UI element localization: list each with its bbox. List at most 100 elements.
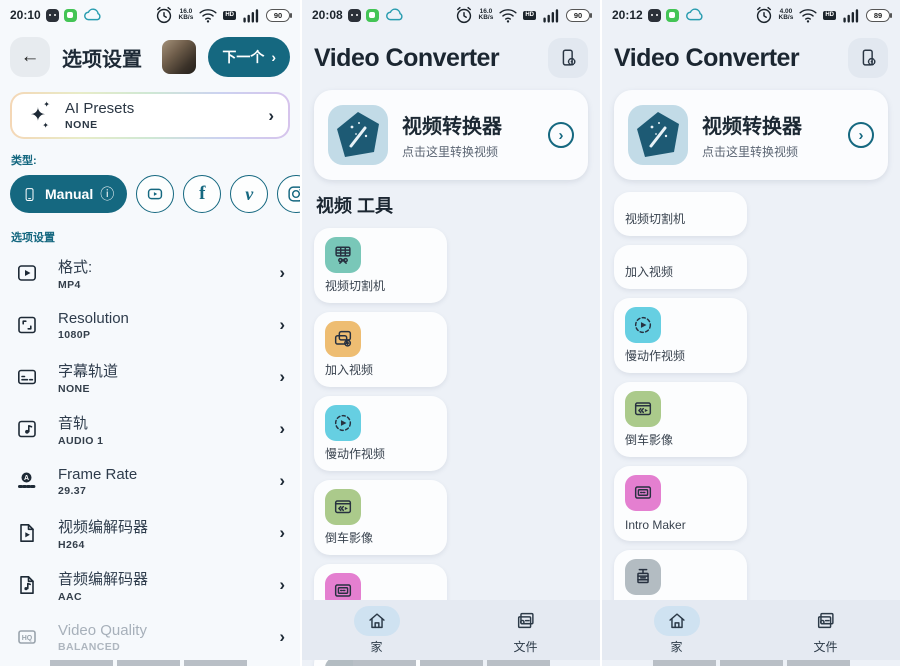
options-section-label: 选项设置 bbox=[11, 229, 289, 245]
setting-row-video-codec[interactable]: 视频编解码器H264 › bbox=[0, 507, 300, 559]
video-codec-icon bbox=[14, 521, 40, 545]
youtube-icon bbox=[144, 183, 166, 205]
audio-track-icon bbox=[14, 417, 40, 441]
page-title: 选项设置 bbox=[62, 43, 142, 72]
alarm-icon bbox=[153, 4, 175, 26]
reverse-video-icon bbox=[625, 391, 661, 427]
setting-row-frame-rate[interactable]: Frame Rate29.37 › bbox=[0, 455, 300, 507]
tool-tile-reverse-video[interactable]: 倒车影像 bbox=[614, 382, 747, 457]
chevron-right-icon: › bbox=[279, 263, 285, 283]
phone-gear-icon bbox=[857, 47, 879, 69]
setting-row-subtitle-track[interactable]: 字幕轨道NONE › bbox=[0, 351, 300, 403]
video-tools-grid: 视频切割机 加入视频 慢动作视频 倒车影像 Intro Maker 压缩视频 bbox=[602, 192, 900, 625]
tool-tile-video-cutter[interactable]: 视频切割机 bbox=[314, 228, 447, 303]
chevron-right-icon: › bbox=[279, 627, 285, 647]
vimeo-preset-button[interactable]: v bbox=[230, 175, 268, 213]
home-icon bbox=[366, 610, 388, 632]
setting-row-audio-codec[interactable]: 音频编解码器AAC › bbox=[0, 559, 300, 611]
status-bar: 20:08 16.0KB/s HD 90 bbox=[302, 0, 600, 30]
hero-title: 视频转换器 bbox=[702, 110, 802, 139]
network-speed: 16.0KB/s bbox=[479, 9, 494, 22]
manual-type-button[interactable]: Manual ⓘ bbox=[10, 175, 127, 213]
type-selector-row: Manual ⓘ f v bbox=[0, 175, 300, 213]
video-converter-card[interactable]: 视频转换器 点击这里转换视频 › bbox=[314, 90, 588, 180]
info-icon[interactable]: ⓘ bbox=[100, 184, 114, 204]
cloud-icon bbox=[384, 4, 406, 26]
nav-item-files[interactable]: 文件 bbox=[451, 606, 600, 655]
next-button[interactable]: 下一个› bbox=[208, 37, 290, 77]
alarm-icon bbox=[753, 4, 775, 26]
nav-item-home[interactable]: 家 bbox=[302, 606, 451, 655]
slow-motion-icon bbox=[625, 307, 661, 343]
status-bar: 20:12 4.00KB/s HD 89 bbox=[602, 0, 900, 30]
chevron-right-icon: › bbox=[279, 419, 285, 439]
setting-row-format[interactable]: 格式:MP4 › bbox=[0, 247, 300, 299]
phone-gear-icon bbox=[557, 47, 579, 69]
tool-tile-video-cutter[interactable]: 视频切割机 bbox=[614, 192, 747, 236]
gesture-bar[interactable] bbox=[302, 660, 600, 666]
files-icon bbox=[815, 610, 837, 632]
hero-title: 视频转换器 bbox=[402, 110, 502, 139]
chevron-right-icon: › bbox=[268, 106, 274, 126]
options-header: ← 选项设置 下一个› bbox=[0, 30, 300, 83]
gesture-bar[interactable] bbox=[0, 660, 300, 666]
join-video-icon bbox=[325, 321, 361, 357]
video-thumbnail bbox=[162, 40, 196, 74]
tool-tile-slow-motion[interactable]: 慢动作视频 bbox=[614, 298, 747, 373]
youtube-preset-button[interactable] bbox=[136, 175, 174, 213]
instagram-preset-button[interactable] bbox=[277, 175, 300, 213]
bottom-navigation: 家 文件 bbox=[302, 600, 600, 660]
instagram-icon bbox=[285, 183, 300, 205]
setting-row-video-quality[interactable]: Video QualityBALANCED › bbox=[0, 611, 300, 663]
message-notification-icon bbox=[666, 9, 679, 22]
network-speed: 16.0KB/s bbox=[179, 9, 194, 22]
chevron-circle-icon: › bbox=[848, 122, 874, 148]
app-title: Video Converter bbox=[614, 44, 799, 73]
nav-item-files[interactable]: 文件 bbox=[751, 606, 900, 655]
slow-motion-icon bbox=[325, 405, 361, 441]
app-logo-icon bbox=[628, 105, 688, 165]
bottom-navigation: 家 文件 bbox=[602, 600, 900, 660]
setting-row-resolution[interactable]: Resolution1080P › bbox=[0, 299, 300, 351]
network-speed: 4.00KB/s bbox=[779, 9, 794, 22]
facebook-preset-button[interactable]: f bbox=[183, 175, 221, 213]
ai-presets-value: NONE bbox=[65, 119, 134, 131]
tool-tile-slow-motion[interactable]: 慢动作视频 bbox=[314, 396, 447, 471]
battery-indicator: 90 bbox=[566, 9, 590, 22]
gesture-bar[interactable] bbox=[602, 660, 900, 666]
device-settings-button[interactable] bbox=[848, 38, 888, 78]
signal-icon bbox=[540, 4, 562, 26]
device-settings-button[interactable] bbox=[548, 38, 588, 78]
video-converter-card[interactable]: 视频转换器 点击这里转换视频 › bbox=[614, 90, 888, 180]
intro-maker-icon bbox=[625, 475, 661, 511]
app-notification-icon bbox=[648, 9, 661, 22]
tool-tile-join-video[interactable]: 加入视频 bbox=[614, 245, 747, 289]
app-logo-icon bbox=[328, 105, 388, 165]
type-label: 类型: bbox=[11, 152, 289, 168]
tool-tile-join-video[interactable]: 加入视频 bbox=[314, 312, 447, 387]
home-header: Video Converter bbox=[602, 30, 900, 82]
setting-row-audio-track[interactable]: 音轨AUDIO 1 › bbox=[0, 403, 300, 455]
wifi-icon bbox=[197, 4, 219, 26]
status-time: 20:12 bbox=[612, 8, 643, 22]
frame-rate-icon bbox=[14, 469, 40, 493]
film-cutter-icon bbox=[325, 237, 361, 273]
tool-tile-intro-maker[interactable]: Intro Maker bbox=[614, 466, 747, 541]
video-tools-section-title: 视频 工具 bbox=[316, 192, 586, 218]
back-button[interactable]: ← bbox=[10, 37, 50, 77]
phone-icon bbox=[23, 187, 38, 202]
nav-item-home[interactable]: 家 bbox=[602, 606, 751, 655]
alarm-icon bbox=[453, 4, 475, 26]
cloud-icon bbox=[82, 4, 104, 26]
chevron-right-icon: › bbox=[279, 315, 285, 335]
tool-tile-reverse-video[interactable]: 倒车影像 bbox=[314, 480, 447, 555]
wifi-icon bbox=[797, 4, 819, 26]
ai-presets-card[interactable]: ✦✦✦ AI Presets NONE › bbox=[10, 92, 290, 139]
hero-subtitle: 点击这里转换视频 bbox=[702, 143, 802, 160]
home-icon bbox=[666, 610, 688, 632]
hd-badge: HD bbox=[823, 11, 836, 20]
audio-codec-icon bbox=[14, 573, 40, 597]
vimeo-icon: v bbox=[245, 184, 253, 205]
status-bar: 20:10 16.0KB/s HD 90 bbox=[0, 0, 300, 30]
subtitle-icon bbox=[14, 365, 40, 389]
